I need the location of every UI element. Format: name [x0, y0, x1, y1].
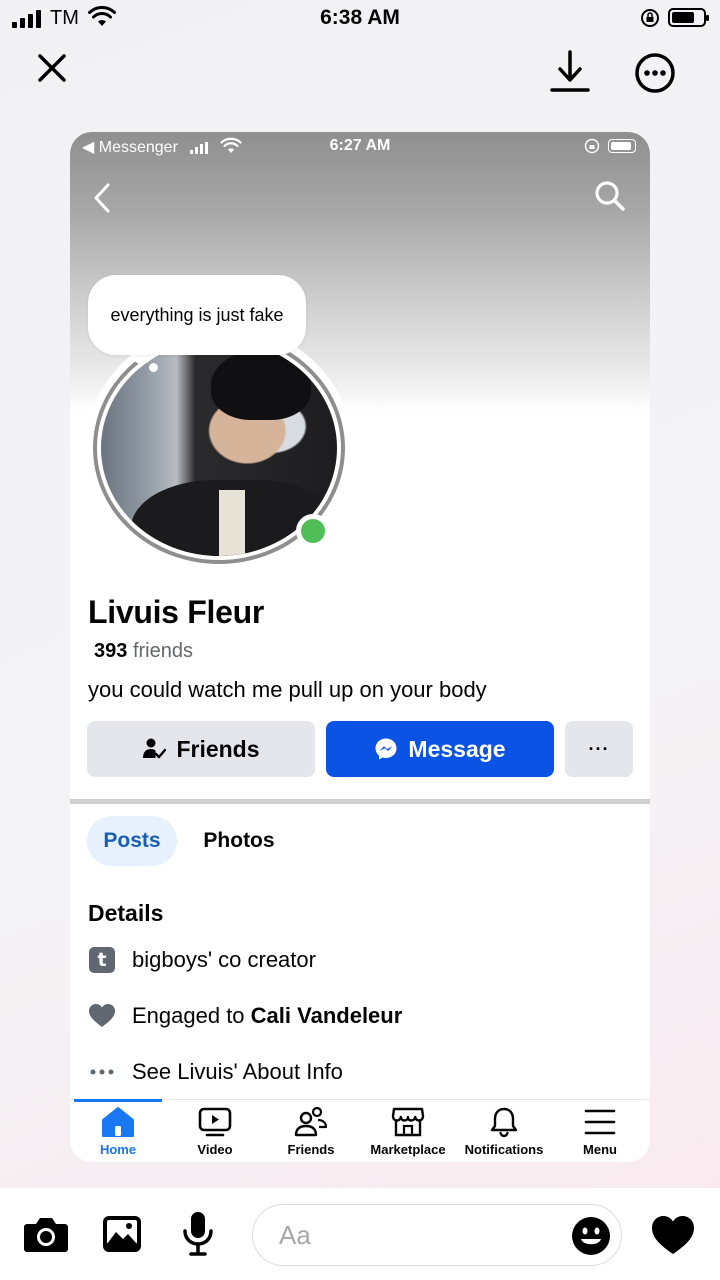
nav-video-label: Video: [197, 1142, 233, 1157]
status-bar: TM 6:38 AM: [0, 0, 720, 40]
emoji-icon: [572, 1217, 610, 1255]
nav-video[interactable]: Video: [167, 1104, 263, 1157]
emoji-button[interactable]: [571, 1216, 611, 1256]
detail-relationship-text: Engaged to: [132, 1003, 251, 1028]
online-status-dot: [296, 514, 330, 548]
inner-rotation-lock-icon: [584, 138, 600, 154]
details-heading: Details: [88, 900, 164, 926]
tab-photos[interactable]: Photos: [188, 816, 290, 866]
message-input-placeholder: Aa: [279, 1220, 311, 1250]
more-circle-icon: [635, 53, 675, 93]
tab-posts[interactable]: Posts: [87, 816, 177, 866]
download-icon: [550, 50, 590, 92]
detail-work-text: bigboys' co creator: [132, 947, 316, 972]
detail-about-text: See Livuis' About Info: [132, 1059, 343, 1084]
friends-count-label: friends: [132, 640, 193, 662]
bottom-navigation: Home Video Friends Marketplace Notificat…: [70, 1099, 650, 1162]
marketplace-icon: [391, 1107, 425, 1137]
tumblr-icon: t: [89, 947, 115, 973]
chevron-left-icon: [94, 183, 110, 213]
detail-about-info[interactable]: See Livuis' About Info: [88, 1057, 343, 1087]
gallery-button[interactable]: [100, 1212, 144, 1256]
nav-home-label: Home: [99, 1142, 137, 1157]
clock: 6:38 AM: [320, 6, 400, 29]
gallery-icon: [103, 1216, 141, 1252]
partner-name[interactable]: Cali Vandeleur: [251, 1003, 403, 1029]
heart-icon: [89, 1004, 115, 1027]
menu-icon: [584, 1109, 616, 1135]
home-icon: [102, 1107, 134, 1137]
ellipsis-icon: ···: [588, 738, 610, 759]
detail-work[interactable]: t bigboys' co creator: [88, 945, 316, 975]
friends-count[interactable]: 393 friends: [94, 640, 193, 663]
profile-name: Livuis Fleur: [88, 594, 264, 630]
message-composer: Aa: [0, 1188, 720, 1280]
detail-relationship[interactable]: Engaged to Cali Vandeleur: [88, 1001, 402, 1031]
back-button[interactable]: [88, 180, 118, 216]
message-input[interactable]: Aa: [252, 1204, 622, 1266]
close-icon: [38, 54, 66, 82]
nav-friends[interactable]: Friends: [263, 1104, 359, 1157]
bell-icon: [490, 1107, 518, 1138]
profile-note[interactable]: everything is just fake: [88, 275, 306, 355]
friend-check-icon: [143, 738, 167, 759]
nav-marketplace-label: Marketplace: [370, 1142, 446, 1157]
active-tab-indicator: [74, 1099, 162, 1102]
search-button[interactable]: [592, 178, 628, 214]
profile-bio: you could watch me pull up on your body: [88, 677, 487, 702]
profile-more-button[interactable]: ···: [565, 721, 633, 777]
video-icon: [198, 1107, 232, 1137]
rotation-lock-icon: [641, 9, 659, 27]
close-button[interactable]: [30, 46, 74, 90]
message-button[interactable]: Message: [326, 721, 554, 777]
ellipsis-icon: [90, 1069, 114, 1075]
nav-notifications-label: Notifications: [464, 1142, 544, 1157]
section-divider: [70, 799, 650, 804]
friends-button-label: Friends: [176, 735, 260, 762]
friends-count-number: 393: [94, 640, 128, 662]
friends-button[interactable]: Friends: [87, 721, 315, 777]
nav-friends-label: Friends: [287, 1142, 335, 1157]
search-icon: [595, 181, 625, 211]
nav-notifications[interactable]: Notifications: [456, 1104, 552, 1157]
camera-icon: [24, 1218, 68, 1252]
microphone-icon: [183, 1212, 213, 1256]
heart-reaction-button[interactable]: [648, 1210, 698, 1260]
heart-icon: [652, 1216, 694, 1254]
inner-status-bar: ◀ Messenger 6:27 AM: [70, 132, 650, 162]
inner-clock: 6:27 AM: [329, 137, 391, 154]
friends-icon: [294, 1106, 328, 1137]
nav-home[interactable]: Home: [70, 1104, 166, 1157]
messenger-icon: [375, 738, 397, 760]
inner-battery-icon: [608, 139, 636, 153]
message-button-label: Message: [408, 735, 506, 762]
profile-screenshot: ◀ Messenger 6:27 AM everything is just f…: [70, 132, 650, 1162]
download-button[interactable]: [546, 46, 594, 96]
nav-marketplace[interactable]: Marketplace: [360, 1104, 456, 1157]
nav-menu[interactable]: Menu: [552, 1104, 648, 1157]
microphone-button[interactable]: [180, 1210, 216, 1258]
more-options-button[interactable]: [632, 50, 678, 96]
camera-button[interactable]: [22, 1214, 70, 1254]
battery-icon: [668, 8, 709, 27]
nav-menu-label: Menu: [583, 1142, 617, 1157]
